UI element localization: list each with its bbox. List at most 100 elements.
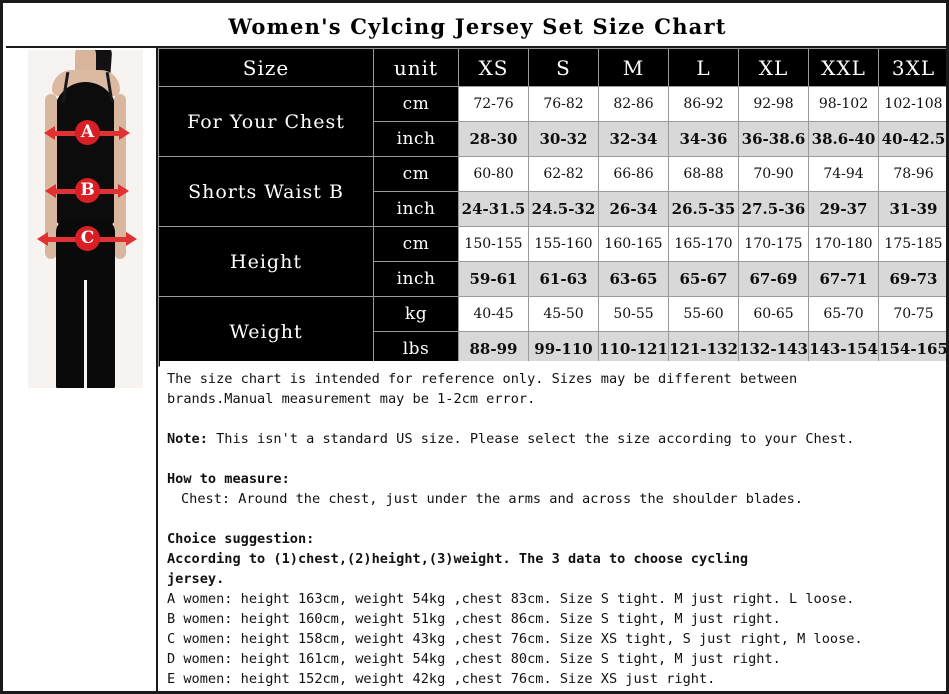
cell-value: 160-165 <box>598 226 669 262</box>
size-chart-table: Size unit XS S M L XL XXL 3XL For Your C… <box>158 48 946 367</box>
unit-label: inch <box>373 191 459 227</box>
cell-value: 98-102 <box>808 86 879 122</box>
cell-value: 155-160 <box>528 226 599 262</box>
cell-value: 72-76 <box>458 86 529 122</box>
page-title: Women's Cylcing Jersey Set Size Chart <box>228 13 727 39</box>
cell-value: 65-70 <box>808 296 879 332</box>
model-leg-gap <box>84 280 87 388</box>
cell-value: 40-45 <box>458 296 529 332</box>
cell-value: 69-73 <box>878 261 946 297</box>
disclaimer-line-2: brands.Manual measurement may be 1-2cm e… <box>167 391 536 407</box>
cell-value: 65-67 <box>668 261 739 297</box>
cell-value: 60-80 <box>458 156 529 192</box>
cell-value: 63-65 <box>598 261 669 297</box>
cell-value: 67-69 <box>738 261 809 297</box>
cell-value: 38.6-40 <box>808 121 879 157</box>
table-header: Size unit XS S M L XL XXL 3XL <box>158 48 946 87</box>
cell-value: 59-61 <box>458 261 529 297</box>
cell-value: 50-55 <box>598 296 669 332</box>
cell-value: 30-32 <box>528 121 599 157</box>
example-line: A women: height 163cm, weight 54kg ,ches… <box>167 591 855 607</box>
cell-value: 31-39 <box>878 191 946 227</box>
cell-value: 62-82 <box>528 156 599 192</box>
row-label-chest: For Your Chest <box>158 86 374 157</box>
cell-value: 82-86 <box>598 86 669 122</box>
cell-value: 61-63 <box>528 261 599 297</box>
cell-value: 67-71 <box>808 261 879 297</box>
measurement-photo-panel: A B C <box>6 48 158 691</box>
table-row: Height cm 150-155 155-160 160-165 165-17… <box>158 226 946 297</box>
header-size-xl: XL <box>738 48 809 87</box>
cell-value: 165-170 <box>668 226 739 262</box>
choice-suggestion-line-1: According to (1)chest,(2)height,(3)weigh… <box>167 551 749 567</box>
title-bar: Women's Cylcing Jersey Set Size Chart <box>6 6 946 48</box>
cell-value: 55-60 <box>668 296 739 332</box>
choice-suggestion-line-2: jersey. <box>167 571 225 587</box>
disclaimer-line-1: The size chart is intended for reference… <box>167 371 798 387</box>
cell-value: 102-108 <box>878 86 946 122</box>
how-to-measure-item: Chest: Around the chest, just under the … <box>181 491 803 507</box>
cell-value: 27.5-36 <box>738 191 809 227</box>
cell-value: 170-180 <box>808 226 879 262</box>
header-unit: unit <box>373 48 459 87</box>
cell-value: 70-75 <box>878 296 946 332</box>
notes-section: The size chart is intended for reference… <box>160 361 946 691</box>
cell-value: 45-50 <box>528 296 599 332</box>
marker-a-bubble: A <box>75 120 100 145</box>
cell-value: 76-82 <box>528 86 599 122</box>
arrow-head-right-icon <box>119 126 130 140</box>
cell-value: 175-185 <box>878 226 946 262</box>
marker-b-bubble: B <box>75 178 100 203</box>
table-row: Shorts Waist B cm 60-80 62-82 66-86 68-8… <box>158 156 946 227</box>
note-label: Note: <box>167 431 208 447</box>
example-line: E women: height 152cm, weight 42kg ,ches… <box>167 671 716 687</box>
cell-value: 68-88 <box>668 156 739 192</box>
cell-value: 36-38.6 <box>738 121 809 157</box>
unit-label: cm <box>373 86 459 122</box>
arrow-head-right-icon <box>126 232 137 246</box>
marker-c-bubble: C <box>75 226 100 251</box>
cell-value: 26.5-35 <box>668 191 739 227</box>
cell-value: 66-86 <box>598 156 669 192</box>
table-row: For Your Chest cm 72-76 76-82 82-86 86-9… <box>158 86 946 157</box>
cell-value: 26-34 <box>598 191 669 227</box>
unit-label: cm <box>373 226 459 262</box>
cell-value: 74-94 <box>808 156 879 192</box>
note-text: This isn't a standard US size. Please se… <box>207 431 855 447</box>
cell-value: 29-37 <box>808 191 879 227</box>
table-row: Weight kg 40-45 45-50 50-55 55-60 60-65 … <box>158 296 946 367</box>
table-body: For Your Chest cm 72-76 76-82 82-86 86-9… <box>158 86 946 367</box>
row-label-shorts-waist: Shorts Waist B <box>158 156 374 227</box>
unit-label: inch <box>373 121 459 157</box>
unit-label: kg <box>373 296 459 332</box>
model-photo: A B C <box>28 50 143 388</box>
cell-value: 170-175 <box>738 226 809 262</box>
example-line: C women: height 158cm, weight 43kg ,ches… <box>167 631 863 647</box>
header-size: Size <box>158 48 374 87</box>
header-size-m: M <box>598 48 669 87</box>
cell-value: 86-92 <box>668 86 739 122</box>
header-size-xxl: XXL <box>808 48 879 87</box>
cell-value: 40-42.5 <box>878 121 946 157</box>
header-size-s: S <box>528 48 599 87</box>
header-size-l: L <box>668 48 739 87</box>
row-label-height: Height <box>158 226 374 297</box>
example-line: D women: height 161cm, weight 54kg ,ches… <box>167 651 781 667</box>
example-line: B women: height 160cm, weight 51kg ,ches… <box>167 611 781 627</box>
cell-value: 24-31.5 <box>458 191 529 227</box>
cell-value: 92-98 <box>738 86 809 122</box>
choice-suggestion-heading: Choice suggestion: <box>167 531 315 547</box>
cell-value: 34-36 <box>668 121 739 157</box>
size-chart-page: Women's Cylcing Jersey Set Size Chart A <box>0 0 949 694</box>
cell-value: 70-90 <box>738 156 809 192</box>
cell-value: 150-155 <box>458 226 529 262</box>
unit-label: cm <box>373 156 459 192</box>
cell-value: 28-30 <box>458 121 529 157</box>
model-camisole <box>54 82 117 226</box>
row-label-weight: Weight <box>158 296 374 367</box>
cell-value: 78-96 <box>878 156 946 192</box>
unit-label: inch <box>373 261 459 297</box>
